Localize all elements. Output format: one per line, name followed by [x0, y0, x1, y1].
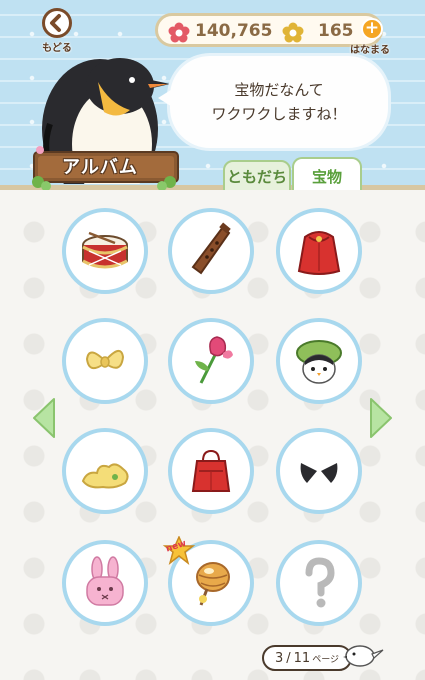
page-indicator: 3 / 11 ページ — [262, 645, 352, 671]
black-ears-icon — [300, 463, 338, 483]
yellow-cloth-item[interactable] — [62, 428, 148, 514]
black-ears-item[interactable] — [276, 428, 362, 514]
green-hat-penguin-item[interactable] — [276, 318, 362, 404]
pink-flower-item[interactable] — [168, 318, 254, 404]
drum-item[interactable] — [62, 208, 148, 294]
speech-line-1: 宝物だなんて — [234, 81, 324, 99]
pink-bunny-icon — [86, 556, 124, 606]
drum-icon — [82, 231, 128, 269]
speech-line-2: ワクワクしますね！ — [211, 105, 347, 123]
prev-page-arrow-icon[interactable] — [28, 395, 56, 441]
red-cape-item[interactable] — [276, 208, 362, 294]
red-bag-icon — [191, 449, 231, 492]
unknown-item[interactable] — [276, 540, 362, 626]
add-currency-button[interactable]: + — [361, 18, 383, 40]
pink-flower-icon — [195, 336, 233, 384]
next-page-arrow-icon[interactable] — [369, 395, 397, 441]
tab-treasure[interactable]: 宝物 — [292, 157, 362, 193]
red-cape-icon — [297, 231, 341, 275]
total-pages: 11 — [293, 650, 311, 666]
yellow-cloth-icon — [81, 463, 129, 489]
green-hat-penguin-icon — [296, 340, 342, 384]
currency-bar: 140,765 165 — [155, 13, 383, 47]
red-flower-count: 140,765 — [195, 21, 273, 41]
yellow-flower-icon — [282, 22, 304, 43]
album-title: アルバム — [62, 157, 138, 178]
page-suffix: ページ — [312, 654, 340, 665]
recorder-flute-item[interactable] — [168, 208, 254, 294]
tab-friends[interactable]: ともだち — [223, 160, 291, 193]
yellow-bow-item[interactable] — [62, 318, 148, 404]
new-badge-icon: new — [162, 536, 196, 565]
question-mark-icon — [305, 557, 335, 608]
hanamaru-label: はなまる — [350, 45, 390, 56]
red-bag-item[interactable] — [168, 428, 254, 514]
recorder-flute-icon — [191, 222, 231, 275]
speech-bubble: 宝物だなんて ワクワクしますね！ — [158, 56, 388, 148]
current-page: 3 — [274, 650, 284, 666]
page-separator: / — [286, 650, 291, 666]
yellow-flower-count: 165 — [318, 21, 354, 41]
yellow-bow-icon — [85, 350, 125, 370]
pink-bunny-item[interactable] — [62, 540, 148, 626]
white-bird-icon — [343, 645, 384, 667]
